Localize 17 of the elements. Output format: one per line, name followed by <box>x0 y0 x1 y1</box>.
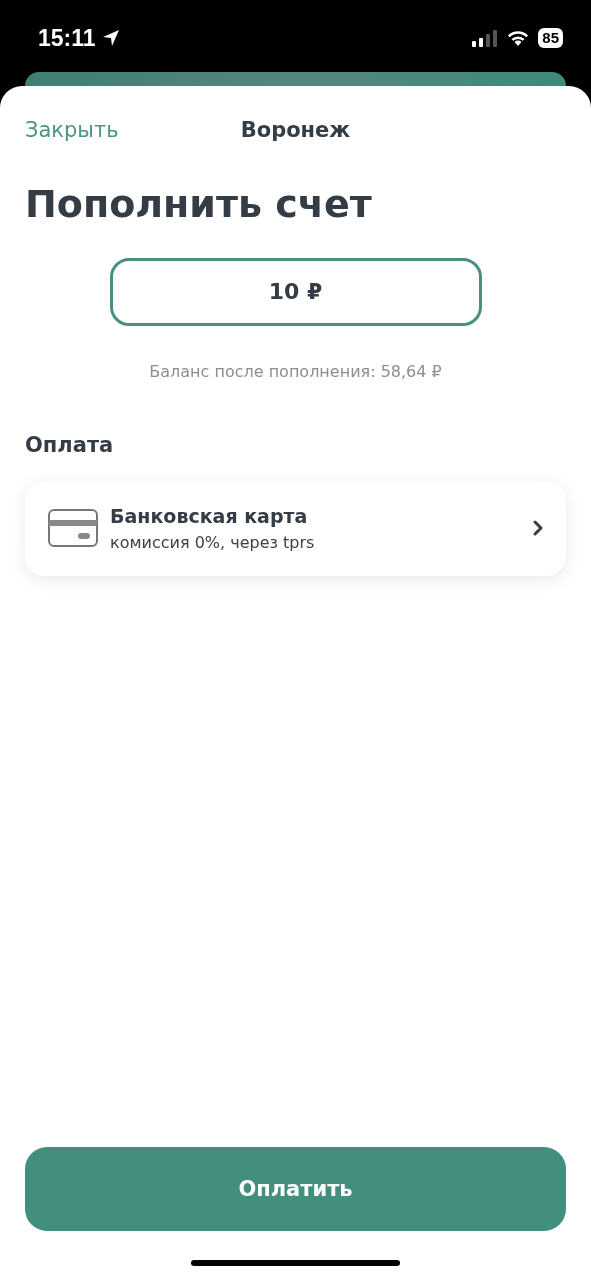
close-link[interactable]: Закрыть <box>25 118 119 142</box>
location-arrow-icon <box>101 29 120 47</box>
method-subtitle: комиссия 0%, через tprs <box>110 532 316 552</box>
pay-button[interactable]: Оплатить <box>25 1147 566 1231</box>
section-heading: Оплата <box>25 432 115 457</box>
wifi-icon <box>506 29 531 47</box>
page-title: Пополнить счет <box>25 182 373 228</box>
battery-level: 85 <box>538 28 563 48</box>
status-time: 15:11 <box>38 24 96 52</box>
payment-method-item[interactable]: Банковская карта комиссия 0%, через tprs <box>25 480 566 576</box>
balance-note: Баланс после пополнения: 58,64 ₽ <box>148 361 443 381</box>
chevron-right-icon <box>532 519 544 538</box>
city-title: Воронеж <box>240 118 351 142</box>
amount-field[interactable]: 10 ₽ <box>109 257 482 326</box>
signal-icon <box>472 29 499 47</box>
method-title: Банковская карта <box>110 504 309 527</box>
credit-card-icon <box>48 509 98 548</box>
